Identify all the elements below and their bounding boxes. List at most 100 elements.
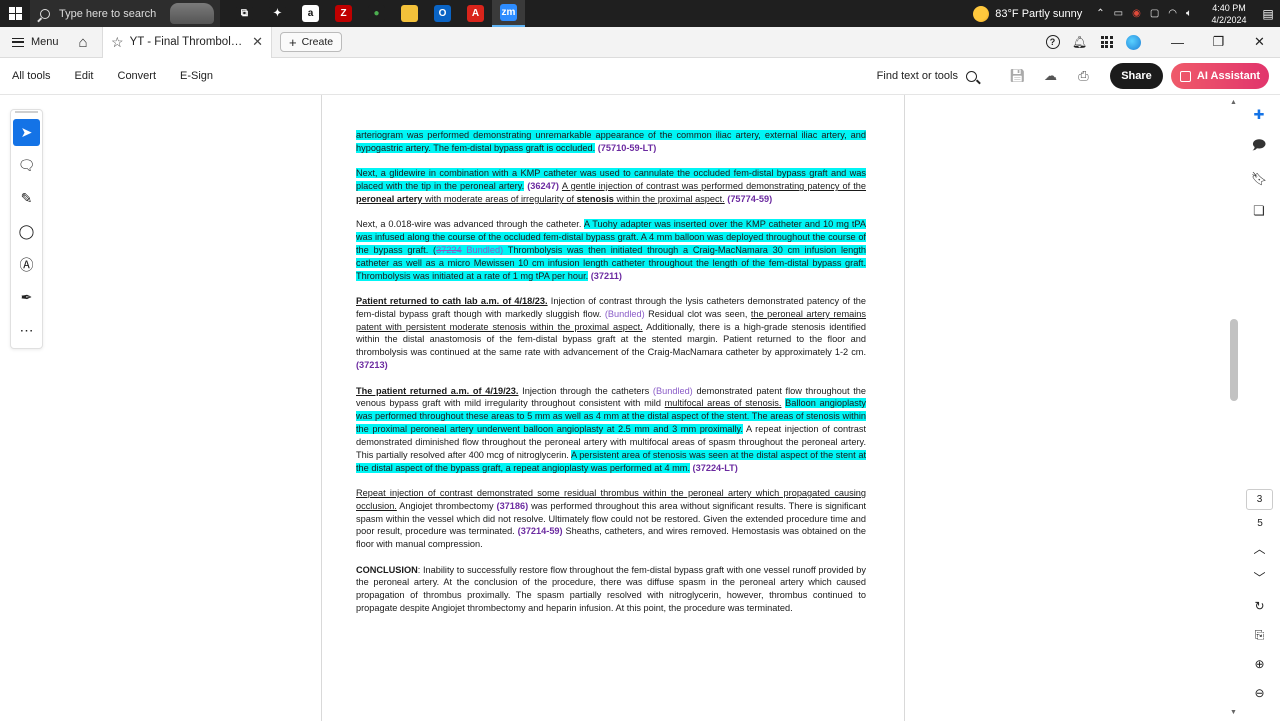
ai-summary-icon[interactable]: ✚ <box>1246 103 1272 127</box>
clock-time: 4:40 PM <box>1212 2 1246 13</box>
close-tab-icon[interactable]: ✕ <box>252 34 263 50</box>
find-text-or-tools[interactable]: Find text or tools <box>877 70 958 82</box>
paragraph-1[interactable]: arteriogram was performed demonstrating … <box>356 129 866 155</box>
restore-button[interactable]: ❐ <box>1198 34 1239 50</box>
taskbar-app-dropbox[interactable]: ✦ <box>261 0 294 27</box>
text-run: with moderate areas of irregularity of <box>422 193 577 204</box>
bell-icon: 🔔︎ <box>1071 35 1088 49</box>
weather-icon[interactable] <box>973 5 990 22</box>
zoom-in-icon[interactable]: ⊕ <box>1246 651 1273 677</box>
help-icon: ? <box>1045 35 1060 49</box>
taskbar-app-outlook[interactable]: O <box>426 0 459 27</box>
paragraph-3[interactable]: Next, a 0.018-wire was advanced through … <box>356 218 866 282</box>
taskbar-app-task-view[interactable]: ⧉ <box>228 0 261 27</box>
billing-code: (36247) <box>524 181 562 192</box>
more-icon: ⋯ <box>19 322 34 338</box>
billing-code: (37211) <box>588 270 622 281</box>
zoom-out-icon[interactable]: ⊖ <box>1246 680 1273 706</box>
paragraph-7[interactable]: CONCLUSION: Inability to successfully re… <box>356 564 866 615</box>
help-button[interactable]: ? <box>1039 35 1066 49</box>
total-pages: 5 <box>1257 518 1263 529</box>
meet-now-icon[interactable]: ▢ <box>1150 8 1159 19</box>
highlight-tool-button[interactable]: ✎ <box>13 185 40 212</box>
create-button[interactable]: + Create <box>280 32 343 52</box>
page-fit-icon[interactable]: ⎘ <box>1246 622 1273 648</box>
save-icon[interactable]: 💾︎ <box>1001 68 1034 84</box>
billing-code: (37213) <box>356 360 388 371</box>
wifi-icon[interactable]: ◠ <box>1168 8 1177 19</box>
bundled-note: (Bundled) <box>652 385 693 396</box>
plus-icon: + <box>289 34 297 50</box>
clock[interactable]: 4:40 PM 4/2/2024 <box>1202 2 1256 26</box>
paragraph-4[interactable]: Patient returned to cath lab a.m. of 4/1… <box>356 295 866 372</box>
paragraph-5[interactable]: The patient returned a.m. of 4/19/23. In… <box>356 385 866 475</box>
dropbox-icon: ✦ <box>269 5 286 22</box>
draw-tool-button[interactable]: ◯ <box>13 218 40 245</box>
add-comment-button[interactable]: 🗨︎ <box>13 152 40 179</box>
amazon-icon: a <box>302 5 319 22</box>
notifications-button[interactable]: 🔔︎ <box>1066 35 1093 49</box>
section-heading: The patient returned a.m. of 4/19/23. <box>356 385 519 396</box>
print-icon[interactable]: ⎙ <box>1067 68 1100 84</box>
taskbar-app-acrobat[interactable]: A <box>459 0 492 27</box>
next-page-icon[interactable]: ﹀ <box>1246 564 1273 590</box>
paragraph-2[interactable]: Next, a glidewire in combination with a … <box>356 167 866 206</box>
pages-icon[interactable]: ❏ <box>1246 199 1272 223</box>
outlook-icon: O <box>434 5 451 22</box>
text-box-icon: Ⓐ <box>19 256 34 273</box>
tray-icons: ⌃ ▭ ◉ ▢ ◠ 🔈︎ <box>1096 8 1192 19</box>
taskbar-app-chrome[interactable]: ● <box>360 0 393 27</box>
document-tab[interactable]: ☆ YT - Final Thrombolysis, ... ✕ <box>102 26 272 58</box>
volume-icon[interactable]: 🔈︎ <box>1186 8 1192 19</box>
tab-e-sign[interactable]: E-Sign <box>168 70 225 82</box>
scroll-up-icon[interactable]: ▲ <box>1230 99 1237 106</box>
more-tools-button[interactable]: ⋯ <box>13 317 40 344</box>
comments-icon[interactable]: 🗩︎ <box>1246 135 1272 159</box>
upload-cloud-icon[interactable]: ☁ <box>1034 68 1067 84</box>
share-button[interactable]: Share <box>1110 63 1163 89</box>
ai-assistant-label: AI Assistant <box>1196 70 1261 82</box>
zoom-icon: zm <box>500 4 517 21</box>
rail-drag-handle[interactable] <box>15 110 38 113</box>
profile-button[interactable] <box>1120 34 1147 50</box>
current-page-input[interactable]: 3 <box>1246 489 1273 510</box>
minimize-button[interactable]: — <box>1157 35 1198 50</box>
taskbar-app-filezilla[interactable]: Z <box>327 0 360 27</box>
star-icon[interactable]: ☆ <box>111 34 124 51</box>
search-icon[interactable] <box>966 70 977 82</box>
text-tool-button[interactable]: Ⓐ <box>13 251 40 278</box>
home-button[interactable]: ⌂ <box>68 27 98 58</box>
billing-code: (37214-59) <box>517 526 563 537</box>
close-window-button[interactable]: ✕ <box>1239 34 1280 50</box>
sign-tool-button[interactable]: ✒ <box>13 284 40 311</box>
taskbar-app-file-explorer[interactable]: ▬ <box>393 0 426 27</box>
tab-edit[interactable]: Edit <box>63 70 106 82</box>
scroll-down-icon[interactable]: ▼ <box>1230 709 1237 716</box>
pen-icon: ✎ <box>20 190 33 206</box>
rotate-icon[interactable]: ↻ <box>1246 593 1273 619</box>
pdf-page[interactable]: arteriogram was performed demonstrating … <box>321 95 905 721</box>
menu-button[interactable]: Menu <box>0 36 68 48</box>
battery-icon[interactable]: ▭ <box>1114 8 1123 19</box>
previous-page-icon[interactable]: ︿ <box>1246 535 1273 561</box>
vertical-scrollbar[interactable]: ▲ ▼ <box>1228 95 1240 721</box>
bookmark-icon[interactable]: 🔖︎ <box>1246 167 1272 191</box>
chevron-up-icon[interactable]: ⌃ <box>1096 8 1104 19</box>
paragraph-6[interactable]: Repeat injection of contrast demonstrate… <box>356 487 866 551</box>
scrollbar-thumb[interactable] <box>1230 319 1238 401</box>
start-button[interactable] <box>0 0 30 27</box>
ai-assistant-button[interactable]: AI Assistant <box>1171 63 1269 89</box>
apps-button[interactable] <box>1093 36 1120 48</box>
taskbar-search[interactable]: Type here to search <box>30 0 220 27</box>
taskbar-app-amazon[interactable]: a <box>294 0 327 27</box>
taskbar-app-zoom[interactable]: zm <box>492 0 525 27</box>
antivirus-icon[interactable]: ◉ <box>1132 8 1141 19</box>
quick-tools-rail: ➤ 🗨︎ ✎ ◯ Ⓐ ✒ ⋯ <box>10 109 43 349</box>
notification-icon[interactable]: ▤ <box>1256 7 1280 21</box>
select-tool-button[interactable]: ➤ <box>13 119 40 146</box>
weather-text[interactable]: 83°F Partly sunny <box>995 8 1082 20</box>
conclusion-heading: CONCLUSION <box>356 564 418 575</box>
tab-convert[interactable]: Convert <box>106 70 169 82</box>
tab-all-tools[interactable]: All tools <box>0 70 63 82</box>
pdf-text-content[interactable]: arteriogram was performed demonstrating … <box>356 129 866 628</box>
